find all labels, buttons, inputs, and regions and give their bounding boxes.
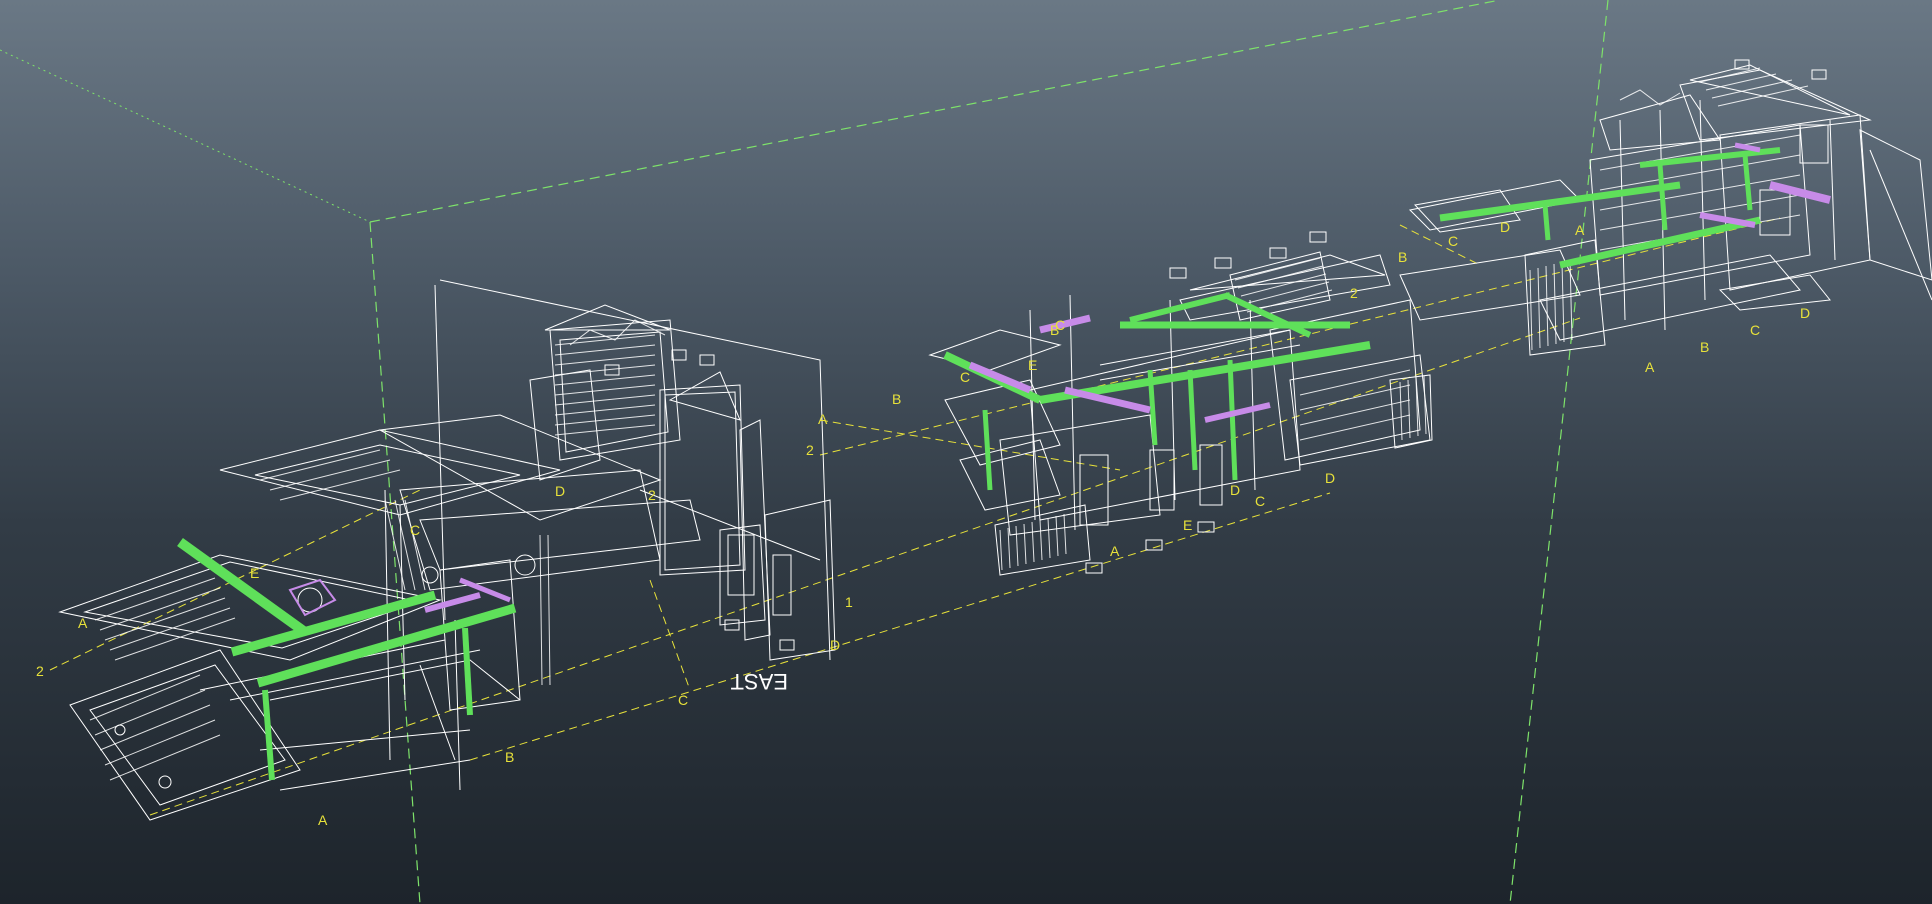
- left-label-b-lower: B: [505, 749, 514, 765]
- mid-label-c-bottom: C: [1255, 493, 1265, 509]
- east-elevation-label: EAST: [731, 669, 788, 694]
- 3d-viewport[interactable]: EAST A 2 D 2 C E C B A 1 D A 2 B C E B C…: [0, 0, 1932, 904]
- right-label-d-right: D: [1800, 305, 1810, 321]
- gridline-labels: EAST A 2 D 2 C E C B A 1 D A 2 B C E B C…: [36, 219, 1810, 828]
- left-building-model[interactable]: [58, 279, 836, 821]
- mid-label-e-bottom: E: [1183, 517, 1192, 533]
- right-label-b-left: B: [1398, 249, 1407, 265]
- middle-duct-system: [943, 292, 1371, 491]
- mid-label-c-mid: C: [1055, 317, 1065, 333]
- viewport-canvas[interactable]: EAST A 2 D 2 C E C B A 1 D A 2 B C E B C…: [0, 0, 1932, 904]
- left-label-2-left: 2: [36, 663, 44, 679]
- mid-label-d-bottom: D: [1230, 482, 1240, 498]
- left-label-2-mid: 2: [648, 487, 656, 503]
- left-label-c-upper: C: [410, 522, 420, 538]
- mid-label-a-left: A: [818, 411, 828, 427]
- right-label-c-right: C: [1750, 322, 1760, 338]
- left-label-e-upper: E: [250, 565, 259, 581]
- right-label-b-bottom: B: [1700, 339, 1709, 355]
- right-label-d-left: D: [1500, 219, 1510, 235]
- left-label-a-top: A: [78, 615, 88, 631]
- mid-label-a-bottom: A: [1110, 543, 1120, 559]
- left-label-d-mid: D: [555, 483, 565, 499]
- mid-label-b-left: B: [892, 391, 901, 407]
- left-label-a-lower: A: [318, 812, 328, 828]
- right-label-2-left: 2: [1350, 285, 1358, 301]
- mid-label-e-top: E: [1028, 357, 1037, 373]
- right-label-a-bottom: A: [1645, 359, 1655, 375]
- mid-label-2-left: 2: [806, 442, 814, 458]
- right-label-a-top: A: [1575, 222, 1585, 238]
- left-duct-system: [177, 537, 517, 781]
- left-label-c-lower: C: [678, 692, 688, 708]
- right-building-model[interactable]: [1399, 59, 1932, 356]
- right-duct-system: [1439, 142, 1831, 269]
- gridline-axes: [49, 217, 1781, 816]
- mid-label-d-right: D: [1325, 470, 1335, 486]
- middle-building-model[interactable]: [928, 231, 1433, 576]
- left-label-1-right: 1: [845, 594, 853, 610]
- mid-label-c-left: C: [960, 369, 970, 385]
- left-label-d-right: D: [830, 637, 840, 653]
- right-label-c-left: C: [1448, 233, 1458, 249]
